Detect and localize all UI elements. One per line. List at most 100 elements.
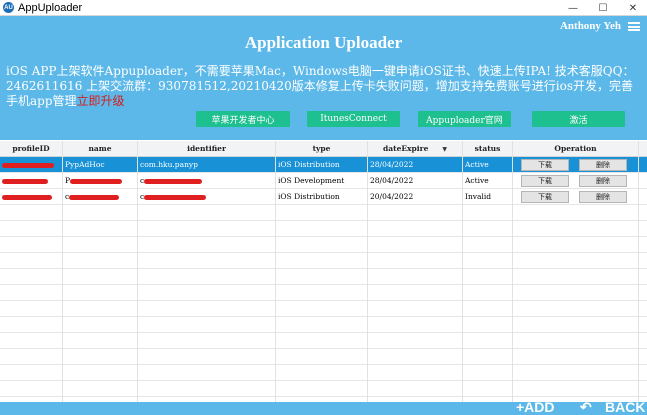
profile-table: profileID name identifier type dateExpir… [0,140,647,402]
redaction-mark [69,194,120,200]
redaction-mark [70,178,123,184]
grid-divider [137,349,138,365]
grid-divider [462,317,463,333]
grid-divider [638,221,639,237]
table-row[interactable]: c c iOS Distribution 20/04/2022 Invalid … [0,189,647,205]
empty-table-row [0,269,647,285]
delete-button[interactable]: 删除 [579,159,627,171]
cell-operation: 下载 删除 [513,173,639,189]
column-header-name[interactable]: name [63,141,138,157]
empty-table-row [0,381,647,397]
appuploader-website-button[interactable]: Appuploader官网 [418,111,511,127]
app-title: Application Uploader [244,33,403,52]
apple-developer-center-button[interactable]: 苹果开发者中心 [196,111,290,127]
redaction-mark [2,162,54,168]
grid-divider [275,269,276,285]
grid-divider [638,381,639,397]
cell-identifier: c [138,173,276,189]
empty-table-row [0,301,647,317]
delete-button[interactable]: 删除 [579,175,627,187]
cell-dateexpire: 28/04/2022 [368,157,463,173]
table-row[interactable]: PypAdHoc com.hku.panyp iOS Distribution … [0,157,647,173]
empty-table-row [0,349,647,365]
grid-divider [137,285,138,301]
grid-divider [462,221,463,237]
empty-table-row [0,253,647,269]
empty-table-row [0,365,647,381]
grid-divider [462,237,463,253]
grid-divider [638,365,639,381]
grid-divider [462,301,463,317]
notice-text: iOS APP上架软件Appuploader，不需要苹果Mac，Windows电… [6,64,643,109]
column-header-type[interactable]: type [276,141,368,157]
app-header: Anthony Yeh Application Uploader iOS APP… [0,16,647,140]
grid-divider [62,253,63,269]
cell-profileid [0,157,63,173]
grid-divider [638,269,639,285]
grid-divider [638,349,639,365]
minimize-button[interactable]: — [559,0,587,16]
download-button[interactable]: 下载 [521,191,569,203]
activate-button[interactable]: 激活 [532,111,625,127]
grid-divider [275,237,276,253]
cell-name: P [63,173,138,189]
grid-divider [62,381,63,397]
grid-divider [62,205,63,221]
app-logo-icon: AU [3,2,14,13]
column-header-operation: Operation [513,141,639,157]
grid-divider [512,349,513,365]
column-header-status[interactable]: status [463,141,513,157]
grid-divider [275,253,276,269]
grid-divider [62,301,63,317]
grid-divider [512,237,513,253]
back-button[interactable]: BACK [605,400,645,415]
grid-divider [62,269,63,285]
empty-table-row [0,285,647,301]
download-button[interactable]: 下载 [521,175,569,187]
grid-divider [512,317,513,333]
grid-divider [137,221,138,237]
grid-divider [137,237,138,253]
grid-divider [367,333,368,349]
grid-divider [275,349,276,365]
grid-divider [367,365,368,381]
maximize-button[interactable]: ☐ [589,0,617,16]
sort-descending-icon[interactable]: ▼ [442,146,447,153]
grid-divider [367,285,368,301]
grid-divider [638,301,639,317]
redaction-mark [2,178,48,184]
add-button[interactable]: +ADD [516,400,555,415]
cell-profileid [0,173,63,189]
grid-divider [512,301,513,317]
grid-divider [638,317,639,333]
grid-divider [367,221,368,237]
itunes-connect-button[interactable]: ItunesConnect [307,111,400,127]
column-header-dateexpire[interactable]: dateExpire ▼ [368,141,463,157]
table-row[interactable]: P c iOS Development 28/04/2022 Active 下载… [0,173,647,189]
grid-divider [275,301,276,317]
back-icon[interactable]: ↶ [580,400,592,415]
grid-divider [462,269,463,285]
grid-divider [275,221,276,237]
delete-button[interactable]: 删除 [579,191,627,203]
grid-divider [462,253,463,269]
window-title: AppUploader [18,1,83,14]
user-name[interactable]: Anthony Yeh [560,20,621,32]
grid-divider [137,205,138,221]
column-header-identifier[interactable]: identifier [138,141,276,157]
grid-divider [275,365,276,381]
grid-divider [62,317,63,333]
column-header-profileid[interactable]: profileID [0,141,63,157]
cell-identifier: com.hku.panyp [138,157,276,173]
grid-divider [137,301,138,317]
grid-divider [462,333,463,349]
empty-table-row [0,317,647,333]
grid-divider [367,205,368,221]
cell-name: c [63,189,138,205]
upgrade-link[interactable]: 立即升级 [77,94,125,108]
download-button[interactable]: 下载 [521,159,569,171]
grid-divider [367,269,368,285]
hamburger-menu-icon[interactable] [628,22,640,31]
close-button[interactable]: ✕ [619,0,647,16]
grid-divider [638,285,639,301]
